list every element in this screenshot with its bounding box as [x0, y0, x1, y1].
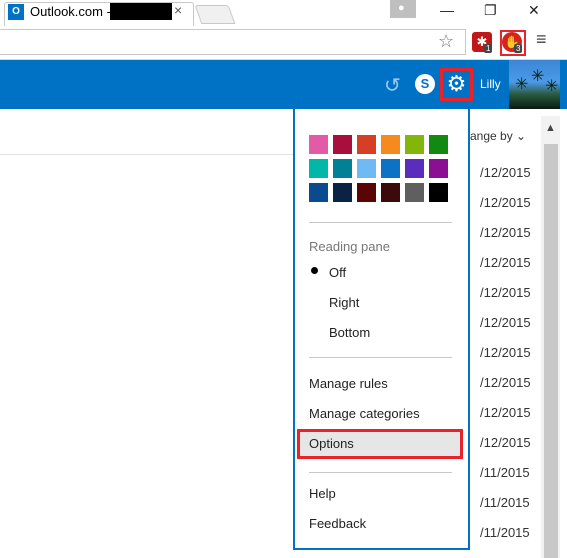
user-name[interactable]: Lilly: [480, 77, 501, 91]
message-date[interactable]: /12/2015: [480, 315, 531, 330]
theme-color-swatch[interactable]: [405, 159, 424, 178]
theme-color-swatch[interactable]: [357, 135, 376, 154]
message-date[interactable]: /12/2015: [480, 375, 531, 390]
tab-title: Outlook.com -: [30, 4, 111, 19]
avatar[interactable]: ✳ ✳ ✳: [509, 60, 560, 109]
reading-pane-header: Reading pane: [309, 239, 390, 254]
options-item[interactable]: Options: [309, 436, 354, 451]
message-date[interactable]: /12/2015: [480, 405, 531, 420]
reading-pane-right[interactable]: Right: [329, 295, 359, 310]
redacted-block: [110, 3, 172, 20]
menu-divider: [309, 357, 452, 358]
close-window-button[interactable]: ✕: [528, 2, 540, 19]
person-icon: ●: [398, 2, 405, 14]
palm-tree-icon: ✳: [515, 76, 529, 93]
bookmark-star-icon[interactable]: ☆: [438, 31, 454, 52]
message-date[interactable]: /12/2015: [480, 165, 531, 180]
palm-tree-icon: ✳: [531, 68, 545, 85]
theme-color-swatch[interactable]: [381, 183, 400, 202]
theme-color-swatch[interactable]: [405, 135, 424, 154]
address-bar[interactable]: [0, 29, 466, 55]
skype-icon[interactable]: S: [415, 74, 435, 94]
selected-bullet-icon: [311, 267, 318, 274]
theme-color-swatch[interactable]: [333, 183, 352, 202]
message-date[interactable]: /11/2015: [480, 525, 530, 540]
message-date[interactable]: /12/2015: [480, 345, 531, 360]
extension-badge: 3: [514, 44, 523, 53]
left-pane-divider: [0, 154, 293, 155]
theme-color-swatch[interactable]: [309, 159, 328, 178]
theme-color-swatch[interactable]: [309, 183, 328, 202]
message-date[interactable]: /11/2015: [480, 495, 530, 510]
message-date[interactable]: /12/2015: [480, 225, 531, 240]
theme-color-swatch[interactable]: [309, 135, 328, 154]
theme-color-swatch[interactable]: [429, 135, 448, 154]
browser-menu-icon[interactable]: ≡: [536, 29, 547, 50]
theme-color-swatch[interactable]: [429, 183, 448, 202]
reading-pane-off[interactable]: Off: [329, 265, 346, 280]
message-date[interactable]: /12/2015: [480, 255, 531, 270]
palm-tree-icon: ✳: [545, 78, 559, 95]
scroll-up-icon[interactable]: ▲: [545, 122, 556, 134]
maximize-button[interactable]: ❐: [484, 2, 497, 19]
theme-color-swatch[interactable]: [333, 135, 352, 154]
theme-color-swatch[interactable]: [357, 159, 376, 178]
theme-color-swatch[interactable]: [381, 159, 400, 178]
undo-icon[interactable]: ↺: [384, 73, 401, 98]
message-date[interactable]: /11/2015: [480, 465, 530, 480]
scrollbar-thumb[interactable]: [544, 144, 558, 558]
new-tab-button[interactable]: [194, 5, 236, 24]
message-date[interactable]: /12/2015: [480, 435, 531, 450]
message-date[interactable]: /12/2015: [480, 285, 531, 300]
message-date[interactable]: /12/2015: [480, 195, 531, 210]
manage-categories-item[interactable]: Manage categories: [309, 406, 420, 421]
theme-color-swatch[interactable]: [381, 135, 400, 154]
minimize-button[interactable]: —: [440, 2, 454, 18]
theme-color-swatch[interactable]: [333, 159, 352, 178]
arrange-by-dropdown[interactable]: ange by ⌄: [470, 129, 526, 143]
extension-badge: 1: [484, 44, 493, 53]
manage-rules-item[interactable]: Manage rules: [309, 376, 388, 391]
reading-pane-bottom[interactable]: Bottom: [329, 325, 370, 340]
help-item[interactable]: Help: [309, 486, 336, 501]
outlook-favicon-icon: O: [8, 4, 24, 20]
gear-icon[interactable]: ⚙: [445, 71, 468, 97]
menu-divider: [309, 472, 452, 473]
tab-close-icon[interactable]: ×: [174, 2, 182, 18]
feedback-item[interactable]: Feedback: [309, 516, 366, 531]
theme-color-swatch[interactable]: [405, 183, 424, 202]
menu-divider: [309, 222, 452, 223]
theme-color-swatch[interactable]: [429, 159, 448, 178]
theme-color-swatch[interactable]: [357, 183, 376, 202]
